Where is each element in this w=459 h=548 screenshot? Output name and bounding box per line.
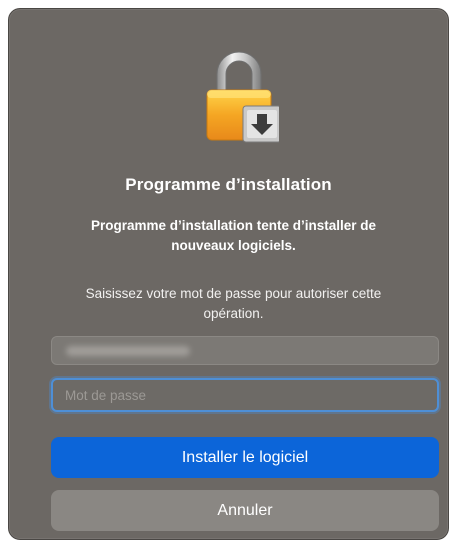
redacted-username [66, 346, 190, 356]
cancel-button[interactable]: Annuler [51, 490, 439, 531]
username-field[interactable] [51, 336, 439, 365]
dialog-prompt: Saisissez votre mot de passe pour autori… [85, 286, 382, 321]
authentication-dialog: Programme d’installation Programme d’ins… [8, 8, 449, 540]
install-software-button[interactable]: Installer le logiciel [51, 437, 439, 478]
dialog-message: Programme d’installation tente d’install… [90, 218, 377, 253]
lock-installer-icon [199, 46, 282, 146]
password-field[interactable] [51, 378, 439, 412]
dialog-title: Programme d’installation [125, 175, 332, 194]
